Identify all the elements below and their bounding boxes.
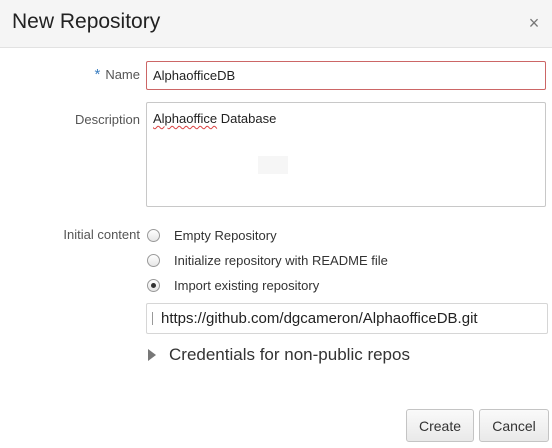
name-label-row: * Name	[60, 66, 140, 83]
option-import-existing[interactable]: Import existing repository	[147, 276, 319, 294]
description-text-rest: Database	[217, 111, 277, 126]
create-button[interactable]: Create	[406, 409, 474, 442]
cancel-button[interactable]: Cancel	[479, 409, 549, 442]
description-textarea[interactable]: Alphaoffice Database	[146, 102, 546, 207]
credentials-expander[interactable]: Credentials for non-public repos	[148, 344, 410, 366]
description-label: Description	[74, 112, 140, 127]
description-spellcheck-word: Alphaoffice	[153, 111, 218, 126]
name-input[interactable]: AlphaofficeDB	[146, 61, 546, 90]
option-label: Empty Repository	[174, 227, 277, 243]
name-label: Name	[105, 67, 140, 82]
option-init-readme[interactable]: Initialize repository with README file	[147, 251, 388, 269]
close-icon[interactable]: ×	[526, 14, 542, 32]
option-empty-repository[interactable]: Empty Repository	[147, 226, 277, 244]
triangle-right-icon[interactable]	[148, 349, 156, 361]
option-label: Initialize repository with README file	[174, 252, 388, 268]
dialog-header: New Repository ×	[0, 0, 552, 48]
radio-empty-repository[interactable]	[147, 228, 160, 242]
radio-init-readme[interactable]	[147, 253, 160, 267]
credentials-label: Credentials for non-public repos	[169, 345, 410, 364]
dialog-title: New Repository	[12, 10, 161, 33]
new-repository-dialog: New Repository × * Name AlphaofficeDB Des…	[0, 0, 552, 448]
text-cursor-highlight	[258, 156, 288, 174]
option-label: Import existing repository	[174, 277, 320, 293]
repository-url-input[interactable]: https://github.com/dgcameron/Alphaoffice…	[146, 303, 548, 334]
initial-content-label: Initial content	[63, 227, 140, 242]
text-caret	[152, 312, 153, 325]
radio-import-existing[interactable]	[147, 278, 160, 292]
required-asterisk: *	[94, 66, 101, 83]
